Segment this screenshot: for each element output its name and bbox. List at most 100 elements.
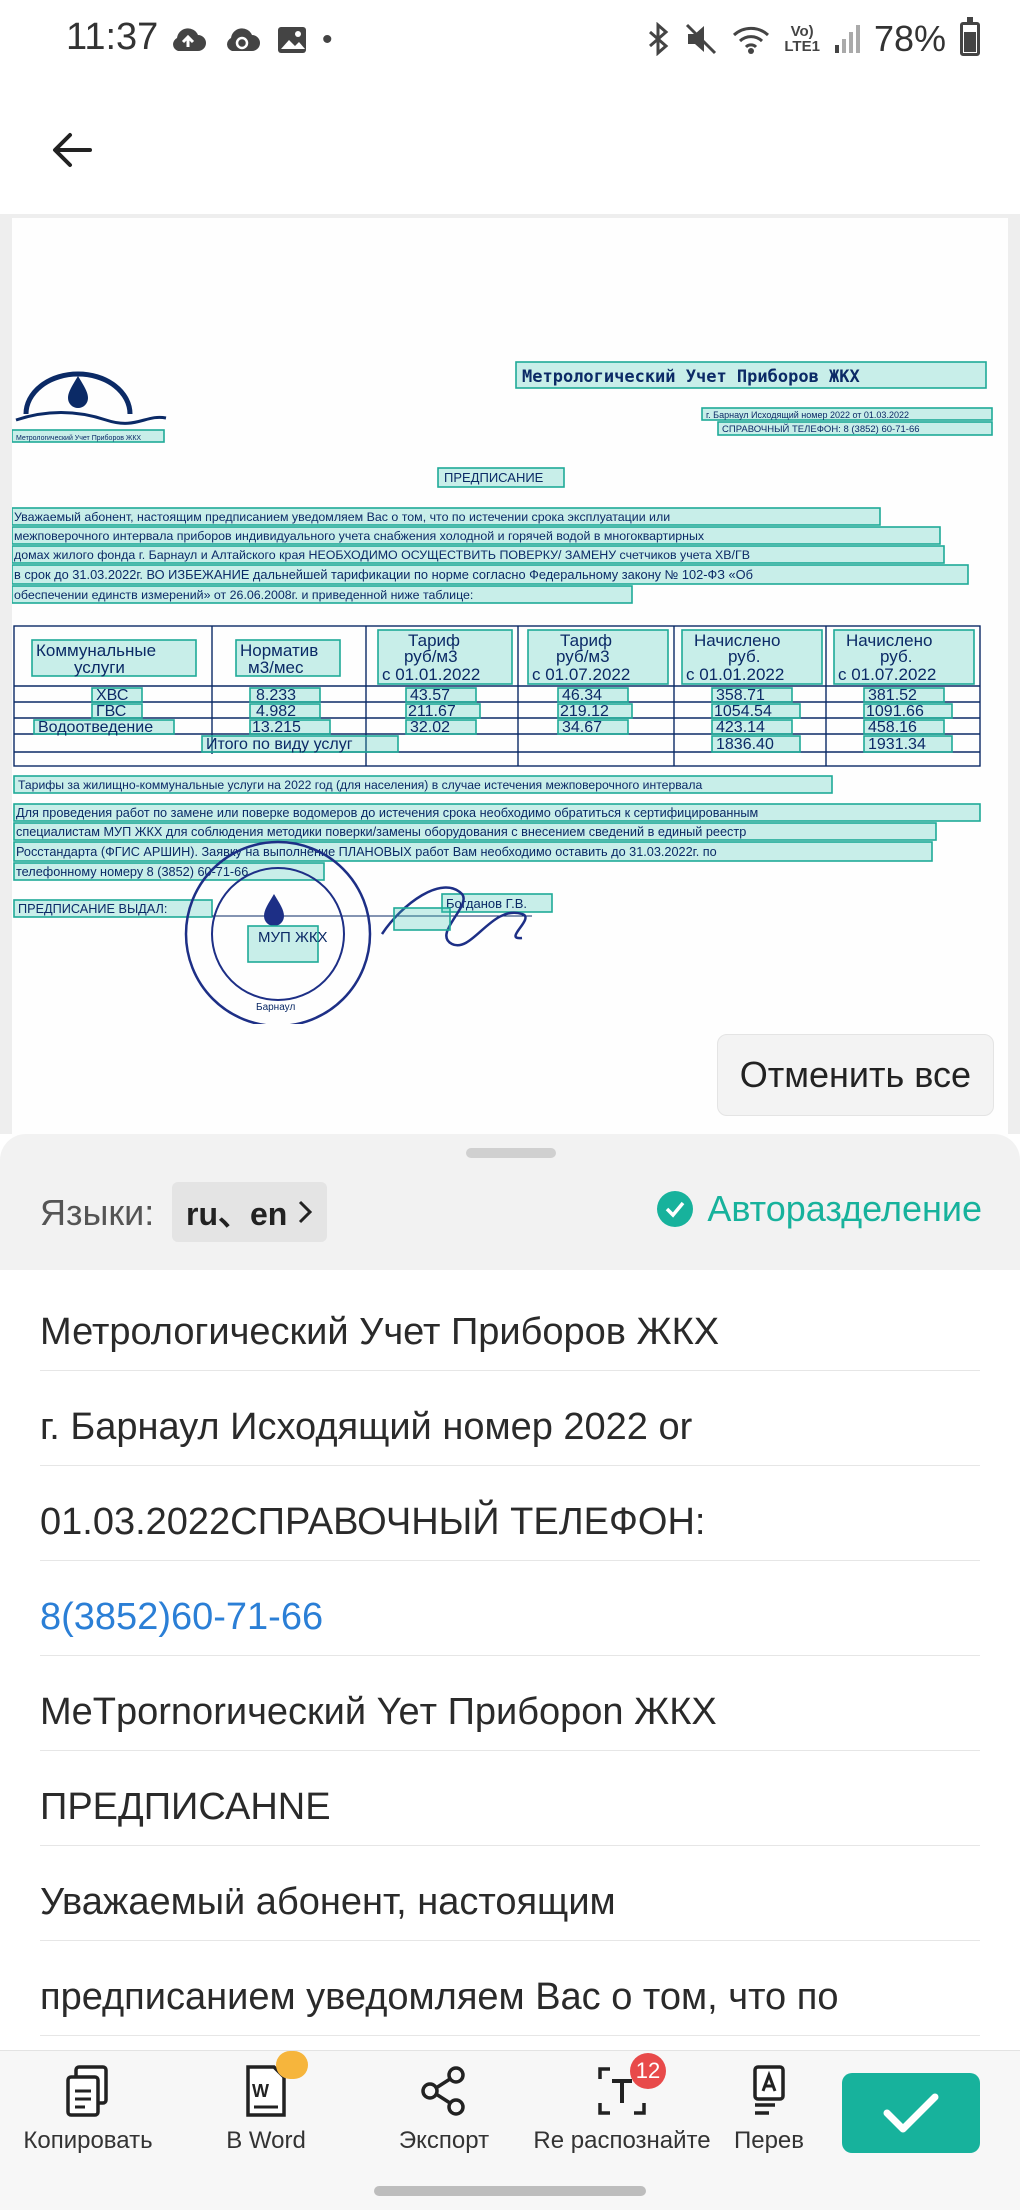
svg-text:руб.: руб. — [880, 647, 912, 666]
svg-text:1931.34: 1931.34 — [868, 736, 926, 753]
svg-text:межповерочного интервала прибо: межповерочного интервала приборов индиви… — [14, 529, 705, 543]
svg-text:Водоотведение: Водоотведение — [38, 719, 153, 736]
checkmark-icon — [883, 2093, 939, 2133]
recognized-line-phone-link[interactable]: 8(3852)60-71-66 — [40, 1593, 980, 1656]
copy-label: Копировать — [23, 2127, 153, 2154]
word-label: В Word — [226, 2127, 306, 2154]
table-headers: Коммунальные услуги Норматив м3/мес Тари… — [31, 629, 975, 685]
svg-text:услуги: услуги — [74, 658, 125, 677]
to-word-button[interactable]: W В Word — [186, 2051, 346, 2171]
recognized-line[interactable]: Метрологический Учет Приборов ЖКХ — [40, 1308, 980, 1371]
svg-text:обеспечении единств измерений»: обеспечении единств измерений» от 26.06.… — [14, 588, 473, 602]
back-button[interactable] — [40, 118, 104, 182]
svg-text:1091.66: 1091.66 — [866, 703, 924, 720]
arrow-left-icon — [53, 133, 92, 167]
battery-icon — [960, 17, 980, 56]
recognized-line[interactable]: MeTpornorический Yeт Приборon ЖКХ — [40, 1688, 980, 1751]
wifi-icon — [733, 26, 770, 54]
recognize-count-badge: 12 — [630, 2053, 666, 2089]
auto-split-label: Авторазделение — [707, 1188, 982, 1229]
translate-button[interactable]: Перев — [694, 2061, 844, 2171]
cloud-sync-icon — [227, 28, 260, 51]
svg-text:руб.: руб. — [728, 647, 760, 666]
recognized-line[interactable]: ПРЕДПИСАНNE — [40, 1783, 980, 1846]
svg-text:с 01.01.2022: с 01.01.2022 — [382, 665, 480, 684]
svg-text:13.215: 13.215 — [252, 719, 301, 736]
export-button[interactable]: Экспорт — [364, 2061, 524, 2171]
svg-text:ГВС: ГВС — [96, 703, 126, 720]
recognized-line[interactable]: предписанием уведомляем Вас о том, что п… — [40, 1973, 980, 2036]
home-gesture-handle[interactable] — [374, 2186, 646, 2196]
svg-text:МУП ЖКХ: МУП ЖКХ — [258, 929, 328, 946]
signer-name: Богданов Г.В. — [446, 896, 527, 911]
auto-split-toggle[interactable]: Авторазделение — [657, 1188, 982, 1230]
word-doc-icon: W — [236, 2051, 308, 2121]
languages-selector[interactable]: ru、en — [172, 1182, 328, 1242]
signal-icon — [834, 25, 860, 53]
svg-text:Итого по виду услуг: Итого по виду услуг — [206, 736, 353, 753]
text-scan-icon: 12 — [592, 2053, 666, 2121]
svg-text:ХВС: ХВС — [96, 687, 128, 704]
status-system-icons: Vo) LTE1 78% — [646, 17, 980, 60]
dot-icon: • — [322, 23, 333, 56]
copy-button[interactable]: Копировать — [8, 2061, 168, 2171]
cancel-all-button[interactable]: Отменить все — [716, 1034, 994, 1116]
chevron-right-icon — [299, 1200, 313, 1224]
svg-text:211.67: 211.67 — [408, 703, 456, 720]
panel-header: Языки: ru、en Авторазделение — [0, 1134, 1020, 1270]
svg-text:домах жилого фонда г. Барнаул: домах жилого фонда г. Барнаул и Алтайско… — [14, 548, 750, 562]
system-navigation-bar — [0, 2170, 1020, 2210]
check-circle-icon — [657, 1191, 694, 1227]
premium-crown-icon — [276, 2051, 308, 2079]
recognized-line[interactable]: Уважаемыӥ абонент, настоящим — [40, 1878, 980, 1941]
table-total-row: Итого по виду услуг 1836.40 1931.34 — [201, 735, 953, 753]
svg-text:руб/м3: руб/м3 — [404, 647, 458, 666]
svg-text:м3/мес: м3/мес — [248, 658, 304, 677]
svg-text:458.16: 458.16 — [868, 719, 917, 736]
languages-value: ru、en — [186, 1196, 288, 1232]
copy-icon — [58, 2061, 118, 2121]
tariff-note: Тарифы за жилищно-коммунальные услуги на… — [18, 778, 702, 792]
re-recognize-button[interactable]: 12 Re распознайте — [533, 2053, 711, 2171]
bottom-toolbar: Копировать W В Word Экспорт 12 Re распоз… — [0, 2050, 1020, 2170]
recognized-line[interactable]: 01.03.2022СПРАВОЧНЫЙ ТЕЛЕФОН: — [40, 1498, 980, 1561]
svg-text:руб/м3: руб/м3 — [556, 647, 610, 666]
svg-text:с 01.01.2022: с 01.01.2022 — [686, 665, 784, 684]
app-bar — [0, 84, 1020, 214]
panel-drag-handle[interactable] — [466, 1148, 556, 1158]
svg-text:Уважаемый абонент, настоящим п: Уважаемый абонент, настоящим предписание… — [14, 510, 670, 524]
export-label: Экспорт — [398, 2127, 490, 2154]
languages-label: Языки: — [40, 1192, 155, 1233]
svg-text:1836.40: 1836.40 — [716, 736, 774, 753]
svg-text:1054.54: 1054.54 — [714, 703, 772, 720]
svg-text:в срок до 31.03.2022г. ВО ИЗБЕ: в срок до 31.03.2022г. ВО ИЗБЕЖАНИЕ даль… — [14, 567, 753, 582]
mute-icon — [686, 23, 717, 55]
svg-text:219.12: 219.12 — [560, 703, 609, 720]
svg-text:с 01.07.2022: с 01.07.2022 — [838, 665, 936, 684]
company-logo: Метрологический Учет Приборов ЖКХ — [12, 371, 167, 443]
svg-text:423.14: 423.14 — [716, 719, 765, 736]
translate-icon — [739, 2061, 799, 2121]
svg-text:43.57: 43.57 — [410, 687, 450, 704]
recognize-label: Re распознайте — [533, 2127, 711, 2154]
svg-text:Метрологический Учет Приборов: Метрологический Учет Приборов ЖКХ — [16, 434, 141, 442]
status-bar: 11:37 • Vo) LTE1 78% — [0, 0, 1020, 84]
issued-by: ПРЕДПИСАНИЕ ВЫДАЛ: — [18, 902, 167, 916]
document-preview: Метрологический Учет Приборов ЖКХ Метрол… — [0, 214, 1020, 1138]
translate-label: Перев — [733, 2127, 805, 2154]
doc-header-line2: СПРАВОЧНЫЙ ТЕЛЕФОН: 8 (3852) 60-71-66 — [722, 423, 920, 435]
doc-header-title: Метрологический Учет Приборов ЖКХ — [522, 367, 861, 387]
svg-text:34.67: 34.67 — [562, 719, 602, 736]
confirm-button[interactable] — [842, 2073, 980, 2153]
svg-text:W: W — [252, 2081, 269, 2101]
recognized-line[interactable]: г. Барнаул Исходящий номер 2022 or — [40, 1403, 980, 1466]
svg-text:с 01.07.2022: с 01.07.2022 — [532, 665, 630, 684]
svg-text:Для проведения работ по замене: Для проведения работ по замене или повер… — [16, 806, 758, 820]
bluetooth-icon — [649, 22, 669, 56]
doc-title: ПРЕДПИСАНИЕ — [444, 470, 544, 485]
svg-text:32.02: 32.02 — [410, 719, 450, 736]
scanned-document: Метрологический Учет Приборов ЖКХ Метрол… — [12, 361, 993, 1024]
svg-text:381.52: 381.52 — [868, 687, 917, 704]
svg-text:8.233: 8.233 — [256, 687, 296, 704]
status-notification-icons: • — [168, 22, 333, 58]
